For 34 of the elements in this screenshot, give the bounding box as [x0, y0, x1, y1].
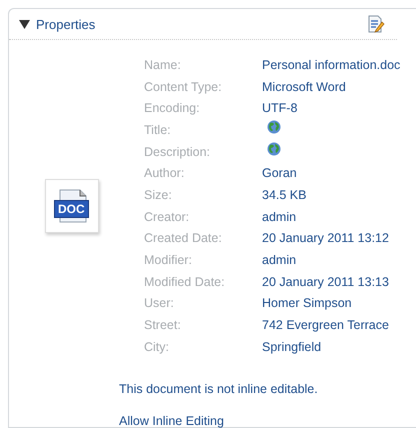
property-value: Microsoft Word [262, 80, 347, 94]
property-label: Modified Date: [144, 274, 226, 289]
property-label: Description: [144, 144, 211, 159]
panel-title: Properties [36, 16, 96, 32]
property-label: City: [144, 340, 170, 354]
property-label: Creator: [144, 210, 190, 224]
property-label: Encoding: [144, 101, 201, 116]
property-value: 20 January 2011 13:12 [262, 231, 390, 246]
property-label: Size: [144, 188, 173, 202]
property-value: 742 Evergreen Terrace [262, 318, 390, 332]
property-label: Title: [144, 122, 172, 137]
property-value: 34.5 KB [262, 188, 308, 202]
status-message: This document is not inline editable. [119, 382, 319, 396]
property-label: Name: [144, 58, 182, 72]
property-value: 20 January 2011 13:13 [262, 274, 390, 289]
collapse-toggle[interactable] [19, 18, 30, 30]
property-label: Modifier: [144, 253, 193, 268]
property-label: Street: [144, 318, 182, 332]
property-label: Content Type: [144, 80, 223, 94]
property-value: admin [262, 253, 298, 268]
property-label: User: [144, 296, 175, 310]
property-value: admin [262, 210, 298, 224]
allow-inline-editing-link[interactable]: Allow Inline Editing [119, 414, 224, 428]
property-value: Personal information.doc [262, 58, 400, 72]
property-value: Goran [262, 166, 298, 180]
file-type-badge: DOC [54, 200, 89, 218]
property-value: Homer Simpson [262, 296, 353, 310]
edit-icon[interactable] [367, 15, 385, 33]
property-value: UTF-8 [262, 101, 298, 116]
globe-icon [267, 142, 281, 156]
property-label: Created Date: [144, 231, 223, 246]
property-value: Springfield [262, 340, 322, 354]
globe-icon [267, 120, 281, 134]
property-label: Author: [144, 166, 186, 180]
